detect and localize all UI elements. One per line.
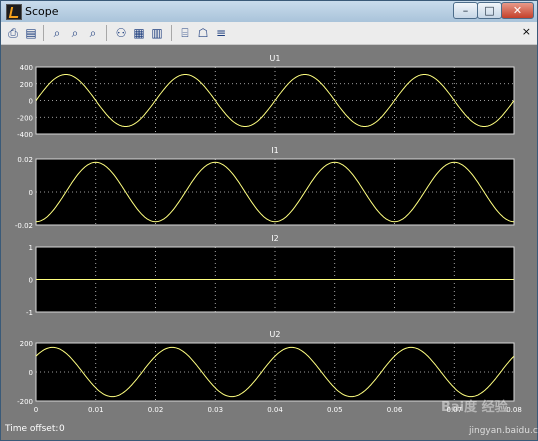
plot-title-U2: U2 xyxy=(270,330,281,339)
plot-title-I1: I1 xyxy=(271,146,278,155)
window-title: Scope xyxy=(25,5,59,18)
status-bar: Time offset: 0 xyxy=(1,421,537,440)
parameters-icon[interactable]: ▤ xyxy=(23,25,39,41)
lock-icon[interactable]: ☖ xyxy=(195,25,211,41)
title-bar[interactable]: Scope – □ ✕ xyxy=(1,1,537,22)
plot-title-U1: U1 xyxy=(270,54,281,63)
floating-scope-icon[interactable]: ⌸ xyxy=(177,25,193,41)
y-tick-label: -400 xyxy=(17,131,33,139)
y-tick-label: -200 xyxy=(17,398,33,406)
x-tick-label: 0.08 xyxy=(506,406,522,414)
zoom-y-icon[interactable]: ⌕ xyxy=(85,25,101,41)
x-tick-label: 0.06 xyxy=(387,406,403,414)
scope-app-icon xyxy=(6,4,22,20)
time-offset-value: 0 xyxy=(59,424,65,434)
y-tick-label: -200 xyxy=(17,114,33,122)
time-offset-label: Time offset: xyxy=(5,424,59,434)
x-tick-label: 0.01 xyxy=(88,406,104,414)
y-tick-label: 200 xyxy=(20,340,33,348)
x-tick-label: 0.05 xyxy=(327,406,343,414)
watermark-logo: Bai度 经验 xyxy=(441,400,508,415)
toolbar: ⎙ ▤ ⌕ ⌕ ⌕ ⚇ ▦ ▥ ⌸ ☖ ≡ × xyxy=(1,22,537,45)
y-tick-label: 200 xyxy=(20,81,33,89)
y-tick-label: -0.02 xyxy=(15,222,33,230)
y-tick-label: 0 xyxy=(29,189,33,197)
y-tick-label: 0 xyxy=(29,277,33,285)
y-tick-label: 400 xyxy=(20,64,33,72)
minimize-button[interactable]: – xyxy=(453,2,478,19)
maximize-button[interactable]: □ xyxy=(477,2,502,19)
toolbar-separator xyxy=(106,25,107,41)
zoom-x-icon[interactable]: ⌕ xyxy=(67,25,83,41)
y-tick-label: 1 xyxy=(29,244,33,252)
scope-plots-svg: U14002000-200-400I10.020-0.02I210-1U2200… xyxy=(15,54,522,414)
scope-window: Scope – □ ✕ ⎙ ▤ ⌕ ⌕ ⌕ ⚇ ▦ ▥ ⌸ ☖ ≡ × U1 40… xyxy=(0,0,538,441)
y-tick-label: 0 xyxy=(29,369,33,377)
y-tick-label: 0 xyxy=(29,98,33,106)
y-tick-label: 0.02 xyxy=(17,156,33,164)
x-tick-label: 0.02 xyxy=(148,406,164,414)
watermark-url: jingyan.baidu.com xyxy=(469,426,538,436)
signal-selection-icon[interactable]: ≡ xyxy=(213,25,229,41)
binoculars-icon[interactable]: ⚇ xyxy=(113,25,129,41)
print-icon[interactable]: ⎙ xyxy=(5,25,21,41)
close-button[interactable]: ✕ xyxy=(501,2,534,19)
toolbar-separator xyxy=(171,25,172,41)
x-tick-label: 0.04 xyxy=(267,406,283,414)
x-tick-label: 0.03 xyxy=(207,406,223,414)
toolbar-separator xyxy=(43,25,44,41)
y-tick-label: -1 xyxy=(26,309,33,317)
scope-plot-area[interactable]: U1 400 200 0 -200 -400 I1 0.02 0 -0.02 I2 1 0 -1 U2 200… xyxy=(1,45,537,421)
plot-title-I2: I2 xyxy=(271,234,278,243)
x-tick-label: 0 xyxy=(34,406,38,414)
save-axes-icon[interactable]: ▦ xyxy=(131,25,147,41)
zoom-icon[interactable]: ⌕ xyxy=(49,25,65,41)
restore-axes-icon[interactable]: ▥ xyxy=(149,25,165,41)
toolbar-pin-icon[interactable]: × xyxy=(522,25,531,38)
